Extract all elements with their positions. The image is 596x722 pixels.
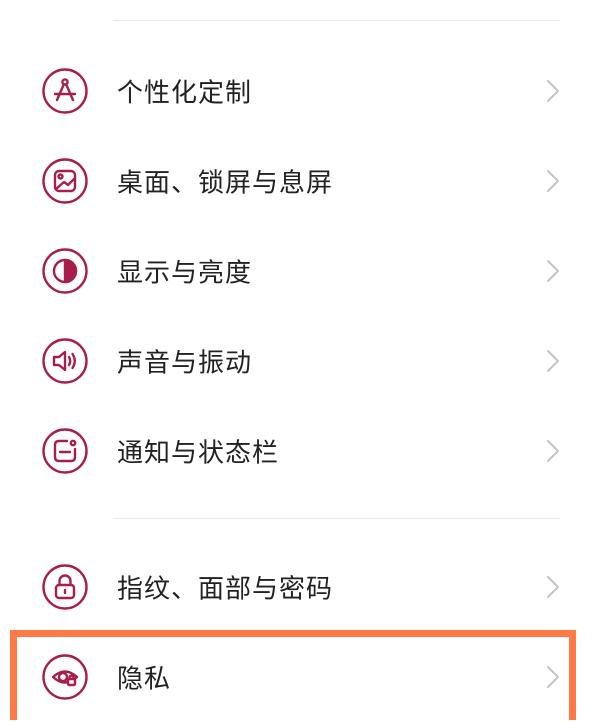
settings-item-label: 声音与振动 [117,348,253,379]
compass-icon [41,67,89,115]
chevron-right-icon [545,664,561,690]
privacy-eye-icon [41,653,89,701]
settings-item-label: 桌面、锁屏与息屏 [117,168,334,199]
speaker-icon [41,337,89,385]
chevron-right-icon [545,348,561,374]
settings-item-privacy[interactable]: 隐私 [0,632,596,722]
chevron-right-icon [545,258,561,284]
settings-item-display-brightness[interactable]: 显示与亮度 [0,226,596,316]
chevron-right-icon [545,168,561,194]
settings-item-label: 指纹、面部与密码 [117,574,334,605]
settings-item-fingerprint-face-password[interactable]: 指纹、面部与密码 [0,542,596,632]
wallpaper-icon [41,157,89,205]
chevron-right-icon [545,78,561,104]
divider-section [113,518,560,519]
settings-item-personalization[interactable]: 个性化定制 [0,46,596,136]
settings-item-label: 个性化定制 [117,78,253,109]
lock-icon [41,563,89,611]
settings-item-label: 显示与亮度 [117,258,253,289]
settings-item-label: 隐私 [117,664,172,695]
brightness-icon [41,247,89,295]
settings-item-sound-vibration[interactable]: 声音与振动 [0,316,596,406]
chevron-right-icon [545,574,561,600]
chevron-right-icon [545,438,561,464]
divider-top [113,20,560,21]
settings-item-notification-statusbar[interactable]: 通知与状态栏 [0,406,596,496]
settings-item-desktop-lockscreen[interactable]: 桌面、锁屏与息屏 [0,136,596,226]
notification-icon [41,427,89,475]
settings-item-label: 通知与状态栏 [117,438,280,469]
